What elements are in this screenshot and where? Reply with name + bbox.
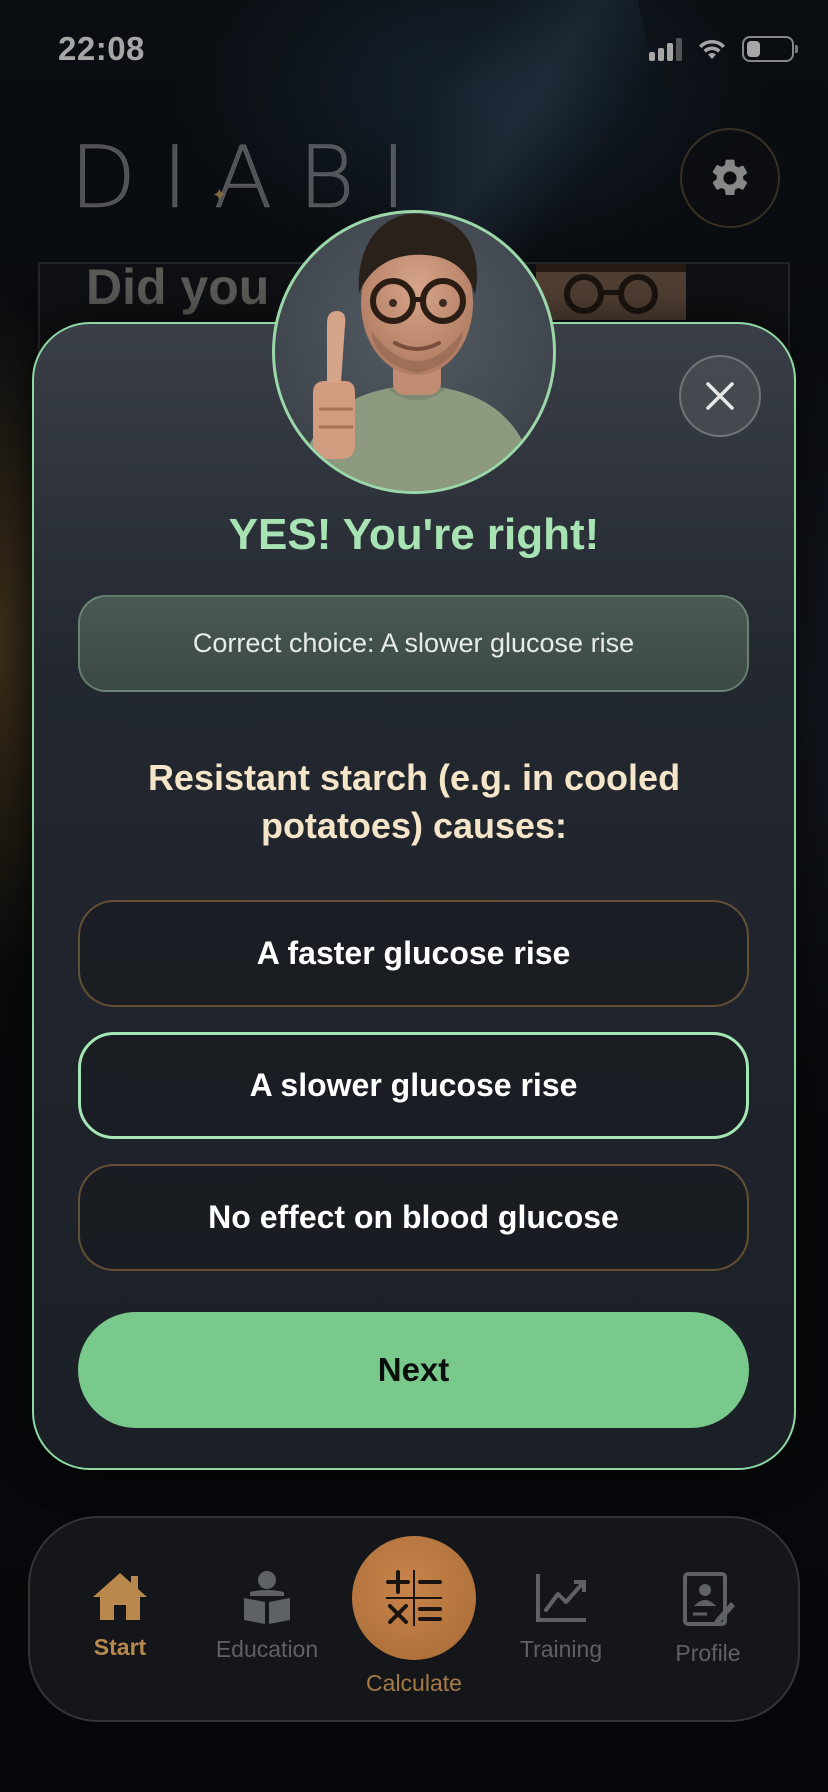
profile-doc-icon — [683, 1572, 735, 1626]
answer-option-label: A slower glucose rise — [249, 1067, 578, 1103]
nav-label-training: Training — [519, 1636, 603, 1662]
nav-label-calculate: Calculate — [366, 1670, 462, 1696]
next-button-label: Next — [377, 1351, 450, 1388]
calculator-icon — [386, 1570, 442, 1626]
question-text: Resistant starch (e.g. in cooled potatoe… — [147, 757, 681, 846]
quiz-result-modal — [32, 322, 796, 1470]
chart-line-icon — [536, 1574, 586, 1622]
answer-option-2[interactable]: A slower glucose rise — [78, 1032, 749, 1139]
nav-label-profile: Profile — [675, 1640, 741, 1666]
answer-option-label: No effect on blood glucose — [208, 1199, 619, 1235]
answer-option-3[interactable]: No effect on blood glucose — [78, 1164, 749, 1271]
result-title: YES! You're right! — [228, 510, 600, 559]
mascot-avatar — [272, 210, 556, 494]
answer-option-1[interactable]: A faster glucose rise — [78, 900, 749, 1007]
next-button[interactable]: Next — [78, 1312, 749, 1428]
nav-label-start: Start — [93, 1634, 147, 1660]
nav-item-profile[interactable]: Profile — [638, 1570, 778, 1667]
nav-item-education[interactable]: Education — [197, 1570, 337, 1663]
close-button[interactable] — [679, 355, 761, 437]
calculate-button[interactable] — [352, 1536, 476, 1660]
nav-label-education: Education — [215, 1636, 319, 1662]
reader-icon — [244, 1571, 290, 1624]
correct-choice-box: Correct choice: A slower glucose rise — [78, 595, 749, 692]
close-icon — [706, 382, 734, 410]
answer-option-label: A faster glucose rise — [256, 935, 571, 971]
correct-choice-text: Correct choice: A slower glucose rise — [192, 628, 635, 658]
nav-item-training[interactable]: Training — [491, 1570, 631, 1663]
nav-item-start[interactable]: Start — [50, 1570, 190, 1661]
home-icon — [93, 1573, 147, 1620]
